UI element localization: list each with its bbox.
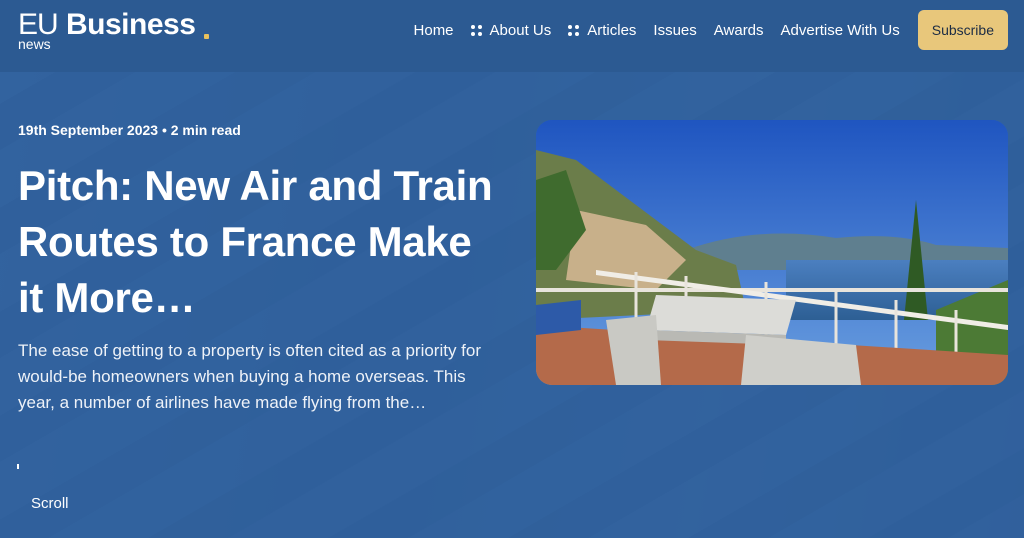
nav-home-label: Home: [413, 21, 454, 39]
scroll-label[interactable]: Scroll: [31, 495, 69, 512]
grid-dots-icon: [568, 24, 580, 36]
article-meta: 19th September 2023 • 2 min read: [18, 122, 241, 138]
article-title[interactable]: Pitch: New Air and Train Routes to Franc…: [18, 158, 498, 326]
article-image[interactable]: [536, 120, 1008, 385]
grid-dots-icon: [470, 24, 482, 36]
scroll-indicator: [17, 464, 19, 469]
terrace-sea-view-illustration: [536, 120, 1008, 385]
nav-issues-label: Issues: [653, 21, 697, 39]
nav-about-us-label: About Us: [489, 21, 552, 39]
nav-advertise[interactable]: Advertise With Us: [781, 22, 900, 39]
nav-advertise-label: Advertise With Us: [780, 21, 900, 39]
nav-awards-label: Awards: [713, 21, 764, 39]
nav-awards[interactable]: Awards: [714, 22, 764, 39]
article-excerpt: The ease of getting to a property is oft…: [18, 341, 482, 412]
nav-articles[interactable]: Articles: [568, 22, 636, 39]
site-header: EU Business news Home About Us Articles …: [0, 0, 1024, 72]
logo-news: news: [18, 36, 51, 52]
nav-home[interactable]: Home: [414, 22, 454, 39]
nav-issues[interactable]: Issues: [653, 22, 696, 39]
hero-section: 19th September 2023 • 2 min read Pitch: …: [0, 72, 1024, 538]
logo-dot: [204, 34, 209, 39]
nav-articles-label: Articles: [587, 21, 637, 39]
site-logo[interactable]: EU Business news: [18, 6, 209, 52]
nav-about-us[interactable]: About Us: [470, 21, 552, 39]
logo-business: Business: [66, 8, 196, 41]
subscribe-button[interactable]: Subscribe: [917, 10, 1008, 50]
main-nav: Home About Us Articles Issues Awards Adv…: [397, 10, 1008, 50]
